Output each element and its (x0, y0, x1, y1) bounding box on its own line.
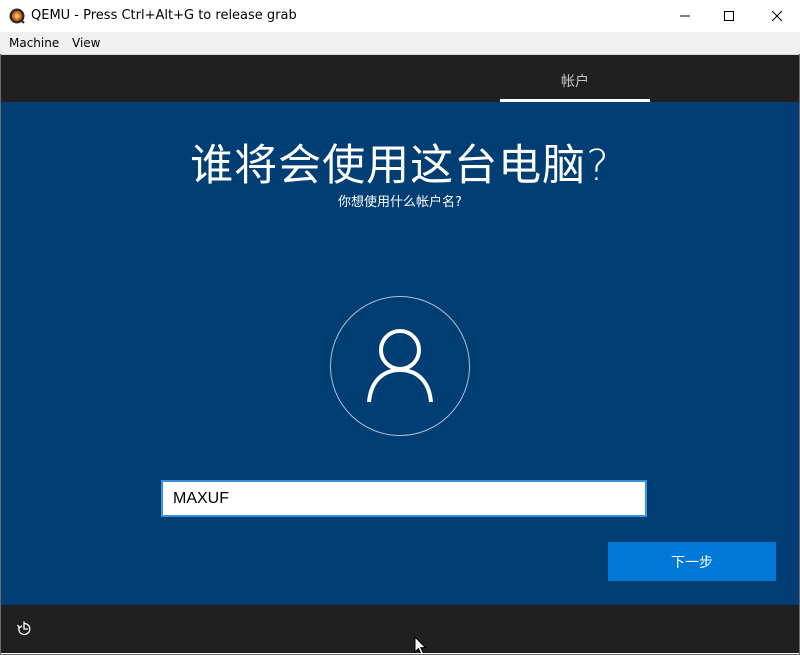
oobe-footer-bar (1, 605, 799, 653)
menu-view[interactable]: View (72, 36, 100, 50)
close-button[interactable] (754, 0, 800, 32)
tab-account: 帐户 (500, 55, 650, 102)
mouse-cursor-icon (414, 635, 428, 653)
tab-active-indicator (500, 99, 650, 102)
qemu-logo-icon (9, 8, 25, 24)
menu-machine[interactable]: Machine (9, 36, 59, 50)
maximize-button[interactable] (706, 0, 752, 32)
username-input[interactable] (161, 480, 647, 517)
avatar (330, 296, 470, 436)
oobe-header-bar: 帐户 (1, 55, 799, 102)
page-title: 谁将会使用这台电脑? (190, 141, 610, 191)
vm-display[interactable]: 帐户 谁将会使用这台电脑? 你想使用什么帐户名? 下一步 (1, 55, 799, 653)
close-icon (771, 10, 783, 22)
page-subtitle: 你想使用什么帐户名? (338, 195, 462, 210)
user-icon (367, 329, 433, 403)
maximize-icon (724, 11, 734, 21)
ease-of-access-icon[interactable] (15, 620, 33, 638)
minimize-button[interactable] (662, 0, 708, 32)
title-bar: QEMU - Press Ctrl+Alt+G to release grab (0, 0, 800, 32)
tab-account-label: 帐户 (561, 74, 589, 90)
next-button[interactable]: 下一步 (608, 542, 776, 581)
window-title: QEMU - Press Ctrl+Alt+G to release grab (31, 8, 297, 23)
minimize-icon (680, 15, 690, 17)
menu-bar: Machine View (0, 32, 800, 55)
